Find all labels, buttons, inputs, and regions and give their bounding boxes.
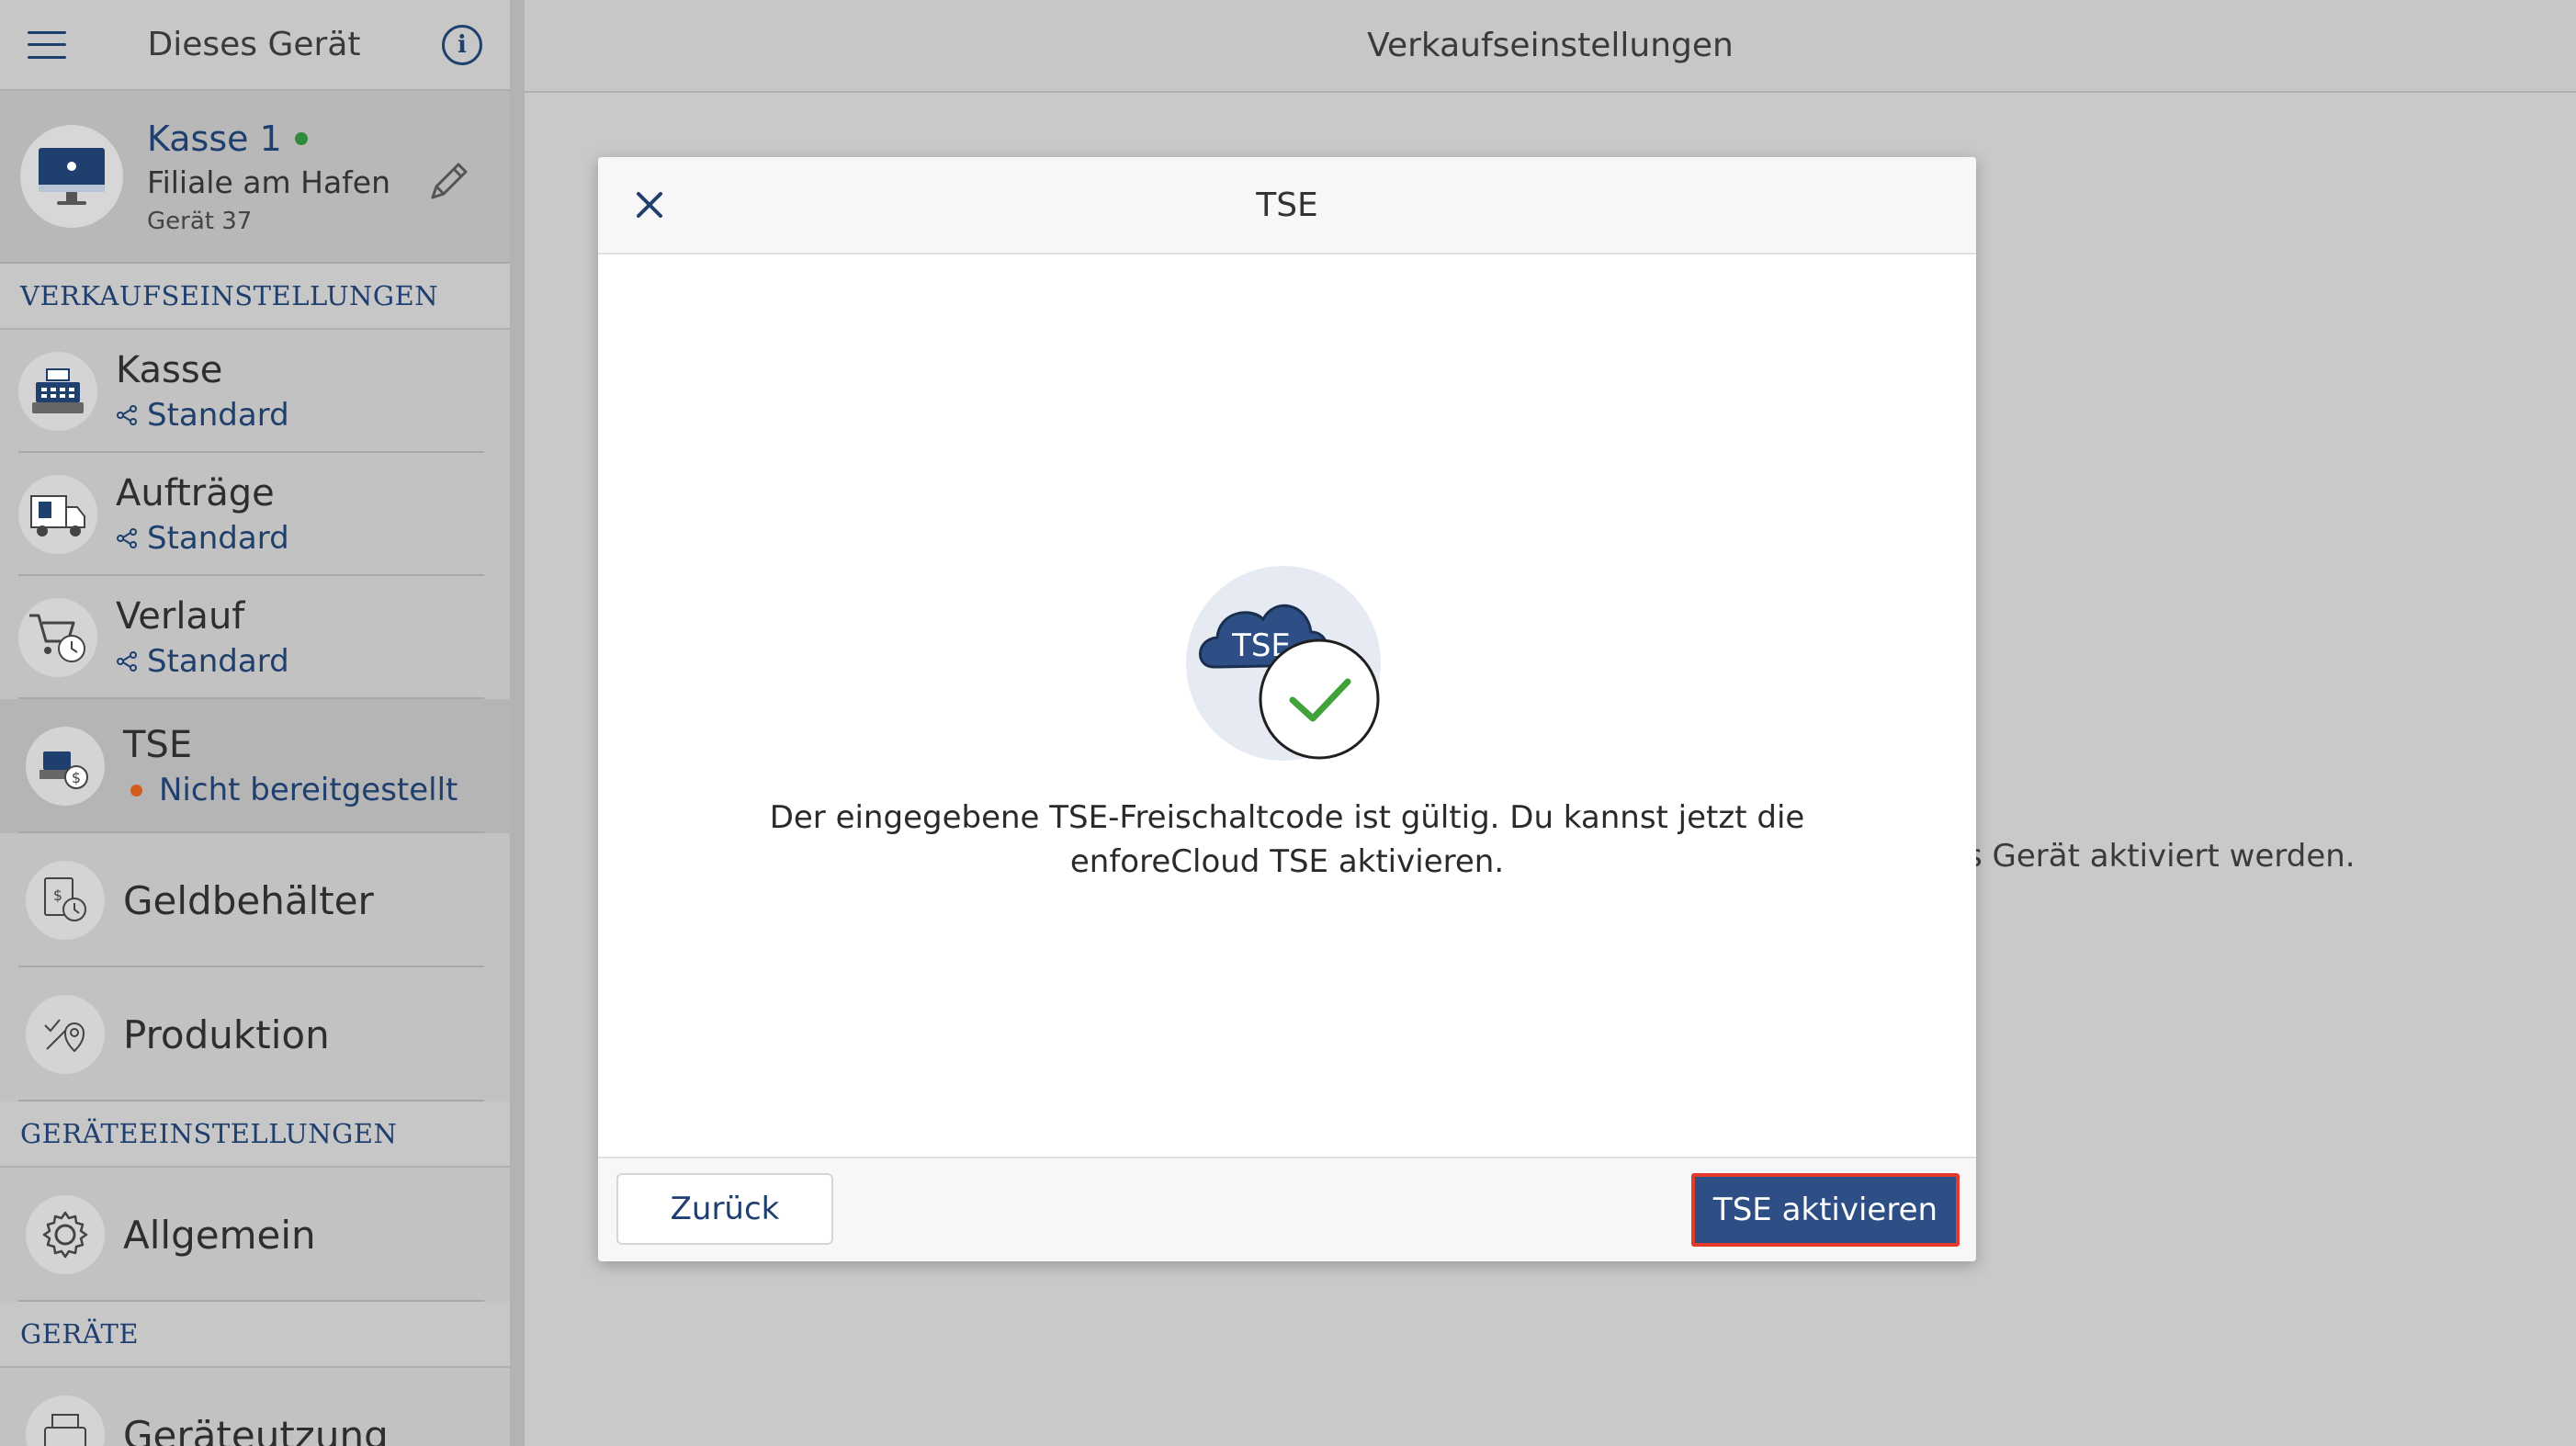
dialog-header: TSE bbox=[598, 157, 1976, 254]
dialog-message: Der eingegebene TSE-Freischaltcode ist g… bbox=[769, 799, 1805, 880]
cart-history-icon bbox=[18, 598, 97, 677]
background-info-text: s Gerät aktiviert werden. bbox=[1966, 838, 2356, 875]
info-icon[interactable]: i bbox=[442, 24, 482, 65]
share-icon bbox=[117, 405, 137, 425]
page-title: Verkaufseinstellungen bbox=[1367, 27, 1734, 64]
sidebar-item-sublabel: Standard bbox=[147, 643, 289, 680]
sidebar-item-sublabel: Nicht bereitgestellt bbox=[159, 772, 458, 808]
production-location-icon bbox=[26, 995, 105, 1074]
sidebar-item-label: Geldbehälter bbox=[123, 877, 374, 923]
cash-drawer-clock-icon: $ bbox=[26, 861, 105, 940]
sidebar-item-label: Allgemein bbox=[123, 1212, 316, 1258]
not-provisioned-status-dot bbox=[130, 784, 142, 796]
sidebar-item-sublabel: Standard bbox=[147, 520, 289, 557]
sidebar-item-label: Geräteutzung bbox=[123, 1412, 389, 1446]
tse-dialog: TSE TSE Der eingegebene TSE-Freischaltco… bbox=[598, 157, 1976, 1261]
sidebar-item-label: TSE bbox=[123, 724, 193, 766]
device-name: Kasse 1 bbox=[147, 118, 282, 159]
tse-cloud-check-icon: TSE bbox=[1186, 566, 1381, 761]
printer-device-icon bbox=[26, 1395, 105, 1446]
sidebar-item-label: Aufträge bbox=[116, 472, 275, 514]
hamburger-menu-icon[interactable] bbox=[28, 30, 66, 59]
section-devices: GERÄTE bbox=[0, 1302, 510, 1368]
close-button[interactable] bbox=[622, 177, 677, 232]
activate-tse-button[interactable]: TSE aktivieren bbox=[1691, 1173, 1960, 1247]
pencil-edit-icon[interactable] bbox=[424, 155, 475, 210]
dialog-body: TSE Der eingegebene TSE-Freischaltcode i… bbox=[598, 254, 1976, 1158]
sidebar-item-label: Verlauf bbox=[116, 595, 245, 638]
dialog-footer: Zurück TSE aktivieren bbox=[598, 1157, 1976, 1261]
section-sales-settings: VERKAUFSEINSTELLUNGEN bbox=[0, 264, 510, 330]
tse-money-icon: $ bbox=[26, 727, 105, 806]
sidebar-item-label: Kasse bbox=[116, 349, 223, 391]
back-button[interactable]: Zurück bbox=[616, 1173, 833, 1245]
svg-text:$: $ bbox=[53, 887, 62, 904]
sidebar-item-auftraege[interactable]: Aufträge Standard bbox=[0, 453, 510, 576]
delivery-truck-icon bbox=[18, 475, 97, 554]
online-status-dot bbox=[294, 131, 308, 145]
sidebar: Dieses Gerät i Kasse 1 Filiale am Hafen … bbox=[0, 0, 525, 1446]
sidebar-item-label: Produktion bbox=[123, 1011, 330, 1057]
device-number: Gerät 37 bbox=[147, 207, 253, 235]
sidebar-title: Dieses Gerät bbox=[147, 26, 361, 63]
main-header: Verkaufseinstellungen bbox=[525, 0, 2576, 93]
share-icon bbox=[117, 651, 137, 672]
sidebar-item-geraetenutzung[interactable]: Geräteutzung bbox=[0, 1368, 510, 1446]
gear-icon bbox=[26, 1195, 105, 1274]
sidebar-item-tse[interactable]: $ TSE Nicht bereitgestellt bbox=[0, 699, 510, 833]
sidebar-item-kasse[interactable]: Kasse Standard bbox=[0, 330, 510, 453]
share-icon bbox=[117, 528, 137, 548]
close-icon bbox=[637, 192, 662, 218]
sidebar-header: Dieses Gerät i bbox=[0, 0, 510, 91]
cash-register-icon bbox=[18, 352, 97, 431]
sidebar-item-allgemein[interactable]: Allgemein bbox=[0, 1168, 510, 1302]
sidebar-item-geldbehaelter[interactable]: $ Geldbehälter bbox=[0, 833, 510, 967]
device-card[interactable]: Kasse 1 Filiale am Hafen Gerät 37 bbox=[0, 91, 510, 264]
svg-text:$: $ bbox=[72, 769, 81, 786]
sidebar-item-sublabel: Standard bbox=[147, 397, 289, 434]
dialog-title: TSE bbox=[1256, 186, 1318, 224]
sidebar-item-verlauf[interactable]: Verlauf Standard bbox=[0, 576, 510, 699]
monitor-icon bbox=[20, 125, 123, 228]
device-branch: Filiale am Hafen bbox=[147, 164, 390, 200]
section-device-settings: GERÄTEEINSTELLUNGEN bbox=[0, 1101, 510, 1168]
sidebar-item-produktion[interactable]: Produktion bbox=[0, 967, 510, 1101]
